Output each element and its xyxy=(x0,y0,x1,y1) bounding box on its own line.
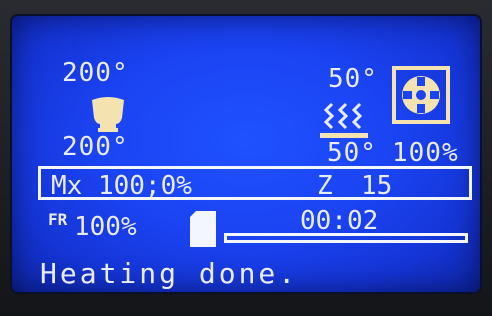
z-axis-value: 15 xyxy=(361,171,393,201)
hotend-icon xyxy=(92,97,124,132)
hotend-target-temp: 200° xyxy=(62,58,129,88)
fan-icon xyxy=(392,66,450,124)
heated-bed-icon xyxy=(320,102,368,138)
status-message: Heating done. xyxy=(40,257,299,290)
feedrate-value: 100% xyxy=(74,212,137,242)
bed-current-temp: 50° xyxy=(327,138,377,168)
mx-position: Mx 100;0% xyxy=(51,171,192,201)
hotend-current-temp: 200° xyxy=(62,132,129,162)
bed-target-temp: 50° xyxy=(328,64,378,94)
elapsed-time: 00:02 xyxy=(300,206,379,236)
print-progress-bar xyxy=(224,233,468,243)
feedrate-icon: FR xyxy=(48,210,68,229)
sd-card-icon xyxy=(190,211,216,247)
fan-speed: 100% xyxy=(392,138,459,168)
position-status-row: Mx 100;0% Z 15 xyxy=(38,166,472,200)
z-axis-label: Z xyxy=(317,171,333,201)
lcd-screen: 200° 200° 50° 50° 100% Mx 100;0% Z 15 FR… xyxy=(12,16,480,292)
